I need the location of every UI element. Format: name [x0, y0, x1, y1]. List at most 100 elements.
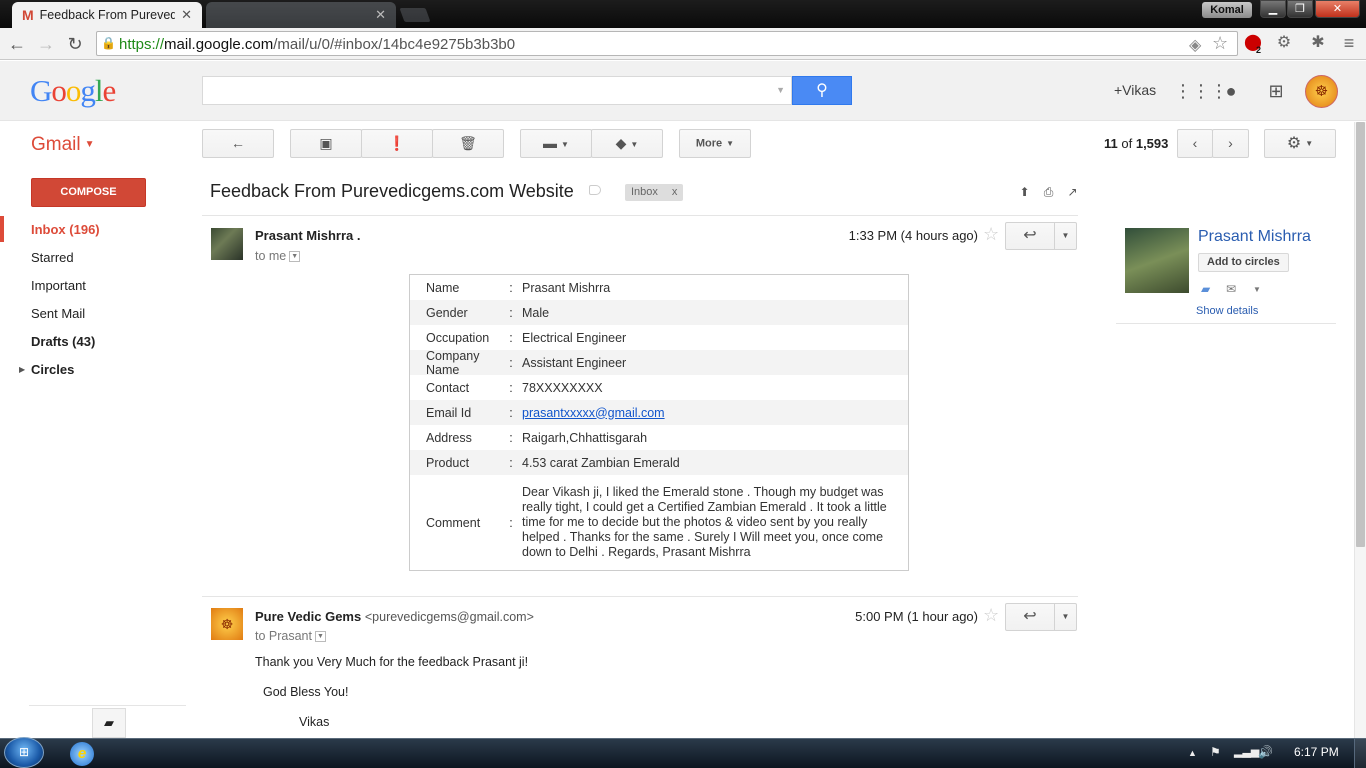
delete-button[interactable]: 🗑	[432, 129, 504, 158]
sidebar-item-circles[interactable]: Circles	[31, 362, 74, 377]
hangout-icon[interactable]: ▰	[1201, 282, 1210, 296]
bug-extension-icon[interactable]: ✱	[1307, 32, 1329, 54]
chevron-down-icon[interactable]: ▼	[1253, 285, 1261, 294]
sidebar-item-important[interactable]: Important	[31, 278, 86, 293]
windows-taskbar	[0, 738, 1366, 768]
back-arrow-icon[interactable]: ←	[6, 33, 28, 55]
more-actions-button[interactable]: ▼	[1055, 603, 1077, 631]
sender-avatar[interactable]	[211, 228, 243, 260]
spam-icon: ❗	[388, 135, 406, 151]
search-options-icon[interactable]: ▼	[776, 85, 785, 95]
url-text: https://mail.google.com/mail/u/0/#inbox/…	[119, 36, 516, 53]
labels-button[interactable]: ◆ ▼	[591, 129, 663, 158]
settings-button[interactable]: ⚙ ▼	[1264, 129, 1336, 158]
compose-button[interactable]: COMPOSE	[31, 178, 146, 207]
print-icon[interactable]: ⎙	[1042, 186, 1055, 199]
importance-marker-icon[interactable]	[589, 185, 601, 195]
google-header: Google ▼ ⚲ +Vikas ⋮⋮⋮ ● ⊞ ☸	[0, 61, 1366, 121]
table-row: Address: Raigarh,Chhattisgarah	[410, 425, 908, 450]
star-icon[interactable]: ☆	[983, 605, 999, 626]
share-plus-icon[interactable]: ⊞	[1264, 79, 1288, 103]
field-value: 78XXXXXXXX	[522, 380, 603, 395]
move-to-button[interactable]: ▬ ▼	[520, 129, 592, 158]
internet-explorer-icon[interactable]: e	[70, 742, 94, 766]
field-value: Male	[522, 305, 550, 320]
translate-icon[interactable]: ◈	[1189, 35, 1201, 55]
address-bar[interactable]: 🔒 https://mail.google.com/mail/u/0/#inbo…	[96, 31, 1238, 56]
google-logo[interactable]: Google	[30, 73, 116, 109]
chevron-down-icon[interactable]: ▼	[314, 631, 326, 643]
more-actions-button[interactable]: ▼	[1055, 222, 1077, 250]
remove-label-icon[interactable]: x	[672, 186, 678, 198]
older-button[interactable]: ›	[1212, 129, 1249, 158]
account-avatar[interactable]: ☸	[1305, 75, 1338, 108]
lock-icon: 🔒	[101, 36, 116, 50]
reply-icon: ↩	[1023, 227, 1037, 244]
maximize-icon[interactable]: ❐	[1287, 0, 1313, 18]
inbox-active-indicator	[0, 216, 4, 242]
chat-icon[interactable]: ▰	[92, 708, 126, 738]
new-tab-button[interactable]	[399, 8, 431, 22]
reply-button[interactable]: ↩	[1005, 603, 1055, 631]
minimize-icon[interactable]: ▁	[1260, 0, 1286, 18]
windows-start-icon[interactable]: ⊞	[4, 737, 44, 768]
sender-avatar[interactable]: ☸	[211, 608, 243, 640]
chevron-down-icon: ▼	[1061, 231, 1070, 240]
close-tab-icon[interactable]: ✕	[375, 7, 386, 23]
field-key: Comment	[426, 515, 481, 530]
search-input[interactable]: ▼	[202, 76, 792, 105]
browser-tab-inactive[interactable]: ✕	[206, 2, 396, 28]
sidebar-item-sent-mail[interactable]: Sent Mail	[31, 306, 85, 321]
chevron-left-icon: ‹	[1192, 135, 1198, 151]
back-to-inbox-button[interactable]: ←	[202, 129, 274, 158]
field-value: Dear Vikash ji, I liked the Emerald ston…	[522, 485, 887, 559]
bookmark-star-icon[interactable]: ☆	[1212, 33, 1228, 54]
close-tab-icon[interactable]: ✕	[181, 7, 192, 23]
notifications-bell-icon[interactable]: ●	[1219, 79, 1243, 103]
show-details-link[interactable]: Show details	[1196, 305, 1258, 317]
reload-icon[interactable]: ↻	[64, 33, 86, 55]
show-desktop-button[interactable]	[1354, 739, 1366, 768]
message-sender[interactable]: Prasant Mishrra .	[255, 228, 361, 243]
apps-grid-icon[interactable]: ⋮⋮⋮	[1174, 79, 1228, 103]
scrollbar-thumb[interactable]	[1356, 122, 1365, 547]
browser-tab-active[interactable]: M Feedback From Purevedic ✕	[12, 2, 202, 28]
sidebar-item-inbox[interactable]: Inbox (196)	[31, 222, 100, 237]
expand-all-icon[interactable]: ⬆	[1018, 186, 1031, 199]
sidebar-divider	[29, 705, 186, 706]
report-spam-button[interactable]: ❗	[361, 129, 433, 158]
message-sender[interactable]: Pure Vedic Gems <purevedicgems@gmail.com…	[255, 609, 534, 624]
reply-button[interactable]: ↩	[1005, 222, 1055, 250]
chrome-user-badge[interactable]: Komal	[1202, 2, 1252, 18]
expand-circles-icon[interactable]: ▶	[19, 365, 25, 374]
message-body-signature: Vikas	[299, 715, 330, 729]
table-row: Contact:78XXXXXXXX	[410, 375, 908, 400]
message-recipient[interactable]: to me ▼	[255, 249, 301, 263]
action-center-flag-icon[interactable]: ⚑	[1210, 745, 1221, 759]
contact-name[interactable]: Prasant Mishrra	[1198, 228, 1311, 246]
message-recipient[interactable]: to Prasant ▼	[255, 629, 326, 643]
tray-expand-icon[interactable]: ▲	[1188, 748, 1197, 758]
email-link[interactable]: prasantxxxxx@gmail.com	[522, 406, 665, 420]
search-button[interactable]: ⚲	[792, 76, 852, 105]
plus-user-link[interactable]: +Vikas	[1114, 82, 1156, 98]
more-button[interactable]: More ▼	[679, 129, 751, 158]
volume-icon[interactable]: 🔊	[1258, 745, 1273, 759]
close-window-icon[interactable]: ✕	[1315, 0, 1360, 18]
settings-extension-icon[interactable]: ⚙	[1273, 32, 1295, 54]
new-window-icon[interactable]: ↗	[1066, 186, 1079, 199]
contact-photo[interactable]	[1125, 228, 1189, 293]
forward-arrow-icon[interactable]: →	[35, 33, 57, 55]
add-to-circles-button[interactable]: Add to circles	[1198, 253, 1289, 272]
chrome-menu-icon[interactable]: ≡	[1338, 32, 1360, 54]
archive-button[interactable]: ▣	[290, 129, 362, 158]
sidebar-item-starred[interactable]: Starred	[31, 250, 74, 265]
taskbar-clock[interactable]: 6:17 PM	[1294, 745, 1339, 759]
chevron-down-icon[interactable]: ▼	[289, 251, 301, 263]
newer-button[interactable]: ‹	[1177, 129, 1213, 158]
network-signal-icon[interactable]: ▂▃▅	[1234, 745, 1259, 758]
email-icon[interactable]: ✉	[1226, 282, 1236, 296]
sidebar-item-drafts[interactable]: Drafts (43)	[31, 334, 95, 349]
gmail-menu-label[interactable]: Gmail ▼	[31, 134, 95, 156]
star-icon[interactable]: ☆	[983, 224, 999, 245]
